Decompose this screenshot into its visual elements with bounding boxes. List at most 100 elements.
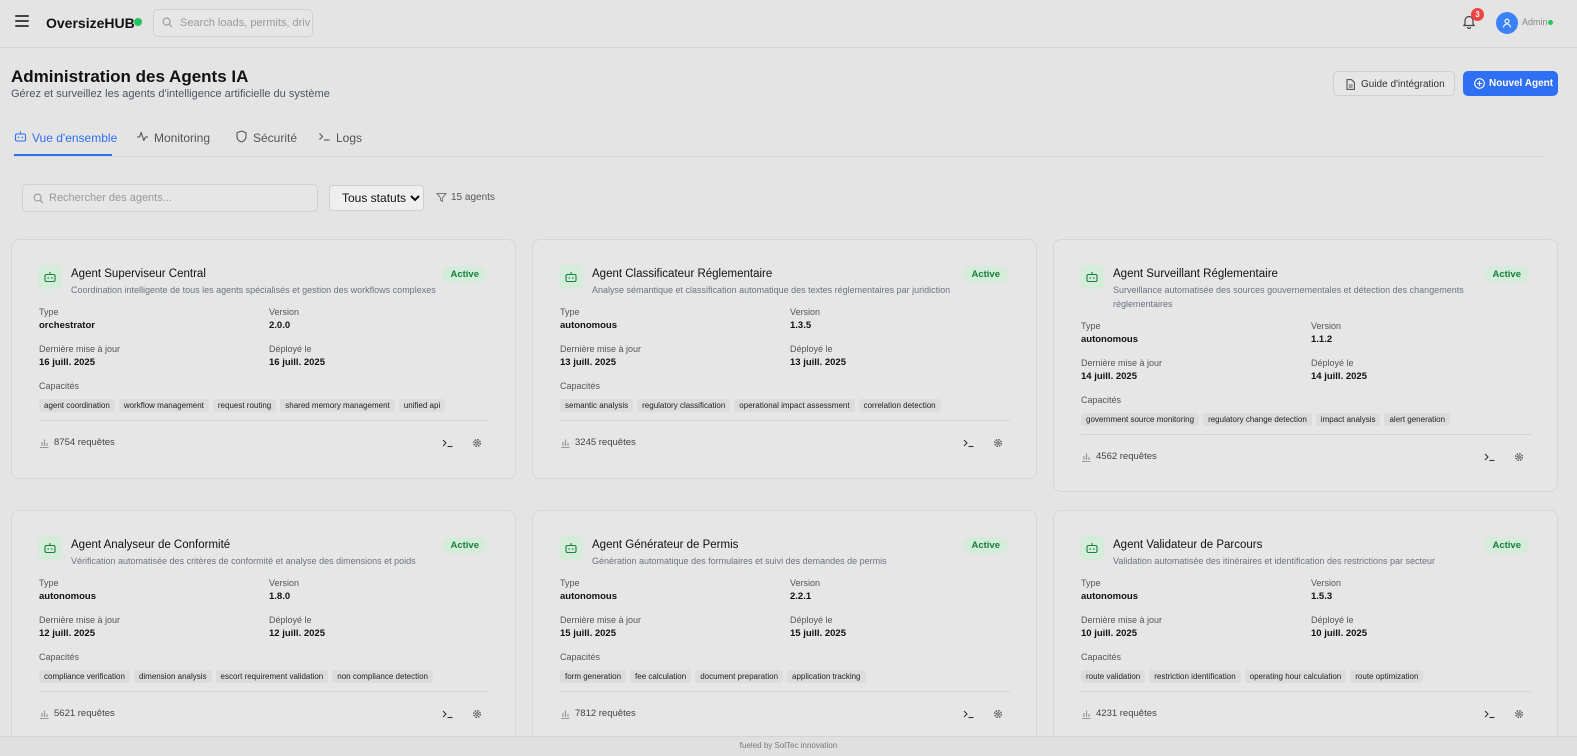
menu-icon[interactable] xyxy=(15,15,29,27)
gear-icon[interactable] xyxy=(470,707,484,721)
agent-card[interactable]: Agent Générateur de Permis Génération au… xyxy=(532,510,1037,750)
capability-chip: unified api xyxy=(398,399,446,412)
user-icon xyxy=(1502,18,1512,28)
new-agent-button[interactable]: Nouvel Agent xyxy=(1463,71,1558,96)
agent-bot-icon-box xyxy=(1080,536,1104,560)
version-label: Version xyxy=(1311,321,1342,331)
terminal-icon[interactable] xyxy=(441,436,455,450)
updated-label: Dernière mise à jour xyxy=(39,615,121,625)
gear-icon[interactable] xyxy=(991,436,1005,450)
terminal-icon[interactable] xyxy=(1483,450,1497,464)
global-search[interactable] xyxy=(153,9,313,37)
agent-count: 15 agents xyxy=(451,192,495,203)
agent-name[interactable]: Agent Classificateur Réglementaire xyxy=(592,268,772,280)
card-divider xyxy=(39,420,489,421)
capability-chip: form generation xyxy=(560,670,627,683)
terminal-icon[interactable] xyxy=(962,707,976,721)
deployed-label: Déployé le xyxy=(790,344,833,354)
agent-description: Validation automatisée des itinéraires e… xyxy=(1113,556,1436,566)
type-label: Type xyxy=(1081,321,1101,331)
agent-name[interactable]: Agent Générateur de Permis xyxy=(592,539,738,551)
user-name[interactable]: Admin xyxy=(1522,17,1548,27)
capabilities-list: government source monitoring regulatory c… xyxy=(1081,409,1531,427)
agent-updated-date: 12 juill. 2025 xyxy=(39,628,95,639)
terminal-icon[interactable] xyxy=(1483,707,1497,721)
terminal-icon[interactable] xyxy=(962,436,976,450)
type-label: Type xyxy=(39,307,59,317)
agent-card[interactable]: Agent Analyseur de Conformité Vérificati… xyxy=(11,510,516,750)
request-count: 5621 requêtes xyxy=(54,708,115,719)
agent-deployed-date: 13 juill. 2025 xyxy=(790,357,846,368)
status-badge: Active xyxy=(1484,537,1529,554)
capabilities-list: semantic analysis regulatory classificati… xyxy=(560,395,1010,413)
agent-updated-date: 15 juill. 2025 xyxy=(560,628,616,639)
bot-icon xyxy=(14,131,27,142)
page-subtitle: Gérez et surveillez les agents d'intelli… xyxy=(11,88,330,100)
agent-card[interactable]: Agent Validateur de Parcours Validation … xyxy=(1053,510,1558,750)
updated-label: Dernière mise à jour xyxy=(560,615,642,625)
status-badge: Active xyxy=(963,537,1008,554)
status-badge: Active xyxy=(442,266,487,283)
agent-card[interactable]: Agent Superviseur Central Coordination i… xyxy=(11,239,516,479)
agent-updated-date: 14 juill. 2025 xyxy=(1081,371,1137,382)
bar-chart-icon xyxy=(1082,453,1091,462)
agent-version: 2.0.0 xyxy=(269,320,291,331)
capability-chip: document preparation xyxy=(695,670,784,683)
tab-logs[interactable]: Logs xyxy=(318,130,364,156)
gear-icon[interactable] xyxy=(1512,707,1526,721)
brand-name[interactable]: OversizeHUB xyxy=(46,15,135,31)
version-label: Version xyxy=(269,578,300,588)
status-filter-select[interactable]: Tous statuts xyxy=(329,185,424,211)
gear-icon[interactable] xyxy=(991,707,1005,721)
version-label: Version xyxy=(790,578,821,588)
status-badge: Active xyxy=(1484,266,1529,283)
capabilities-list: route validation restriction identificati… xyxy=(1081,666,1531,684)
card-divider xyxy=(1081,434,1531,435)
agent-description: Surveillance automatisée des sources gou… xyxy=(1113,285,1464,309)
capabilities-label: Capacités xyxy=(1081,395,1122,405)
agent-deployed-date: 12 juill. 2025 xyxy=(269,628,325,639)
request-count: 3245 requêtes xyxy=(575,437,636,448)
agent-type: autonomous xyxy=(1081,334,1138,345)
bot-icon xyxy=(1086,543,1098,554)
capability-chip: correlation detection xyxy=(858,399,941,412)
capability-chip: application tracking xyxy=(787,670,866,683)
gear-icon[interactable] xyxy=(470,436,484,450)
agent-search[interactable] xyxy=(22,184,318,212)
bot-icon xyxy=(565,272,577,283)
agent-name[interactable]: Agent Superviseur Central xyxy=(71,268,206,280)
agent-deployed-date: 15 juill. 2025 xyxy=(790,628,846,639)
bot-icon xyxy=(44,272,56,283)
agent-card[interactable]: Agent Classificateur Réglementaire Analy… xyxy=(532,239,1037,479)
terminal-icon[interactable] xyxy=(441,707,455,721)
search-icon xyxy=(162,17,173,28)
agent-name[interactable]: Agent Surveillant Réglementaire xyxy=(1113,268,1278,280)
agent-search-input[interactable] xyxy=(49,186,309,210)
type-label: Type xyxy=(39,578,59,588)
capability-chip: semantic analysis xyxy=(560,399,634,412)
integration-guide-label: Guide d'intégration xyxy=(1361,79,1445,90)
deployed-label: Déployé le xyxy=(269,344,312,354)
tab-monitoring[interactable]: Monitoring xyxy=(136,130,216,156)
bot-icon xyxy=(1086,272,1098,283)
user-avatar[interactable] xyxy=(1496,12,1518,34)
integration-guide-button[interactable]: Guide d'intégration xyxy=(1333,71,1455,96)
agent-name[interactable]: Agent Validateur de Parcours xyxy=(1113,539,1262,551)
shield-icon xyxy=(236,130,247,143)
agent-name[interactable]: Agent Analyseur de Conformité xyxy=(71,539,230,551)
tab-security[interactable]: Sécurité xyxy=(235,130,299,156)
gear-icon[interactable] xyxy=(1512,450,1526,464)
filter-icon xyxy=(436,193,447,203)
updated-label: Dernière mise à jour xyxy=(1081,358,1163,368)
capabilities-label: Capacités xyxy=(560,652,601,662)
bar-chart-icon xyxy=(1082,710,1091,719)
tab-overview[interactable]: Vue d'ensemble xyxy=(14,130,117,156)
agent-deployed-date: 16 juill. 2025 xyxy=(269,357,325,368)
agent-description: Génération automatique des formulaires e… xyxy=(592,556,887,566)
agent-card[interactable]: Agent Surveillant Réglementaire Surveill… xyxy=(1053,239,1558,492)
global-search-input[interactable] xyxy=(180,10,310,36)
capabilities-list: compliance verification dimension analysi… xyxy=(39,666,489,684)
type-label: Type xyxy=(1081,578,1101,588)
capability-chip: fee calculation xyxy=(630,670,692,683)
agent-type: autonomous xyxy=(560,591,617,602)
